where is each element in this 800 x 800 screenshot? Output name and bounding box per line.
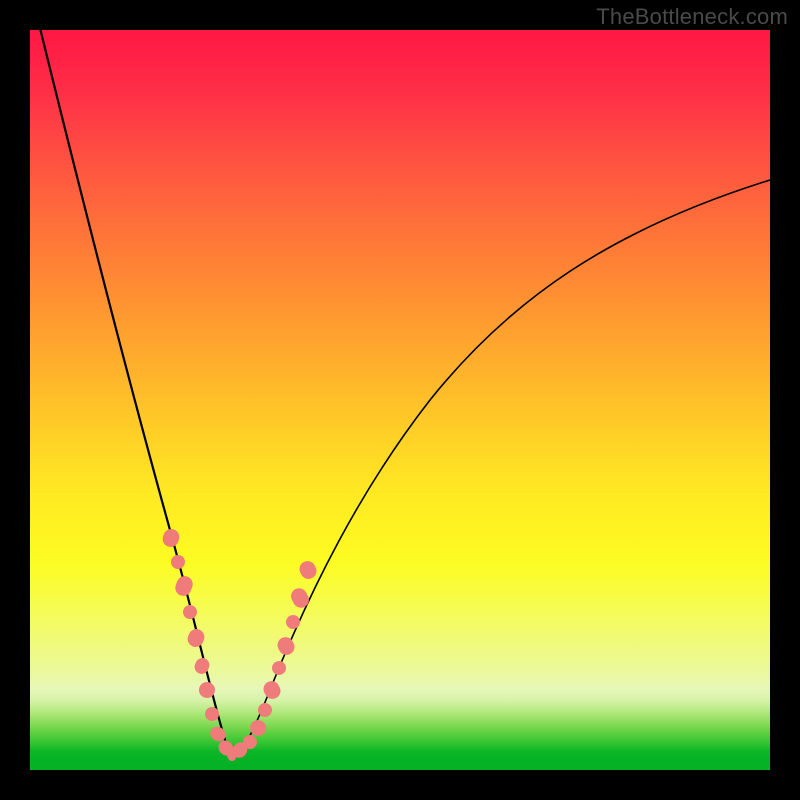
curve-right-branch [234,180,770,756]
plot-area [30,30,770,770]
curve-left-branch [38,30,234,756]
chart-frame: TheBottleneck.com [0,0,800,800]
curve-layer [30,30,770,770]
watermark-text: TheBottleneck.com [596,4,788,30]
bead-markers [161,527,320,761]
